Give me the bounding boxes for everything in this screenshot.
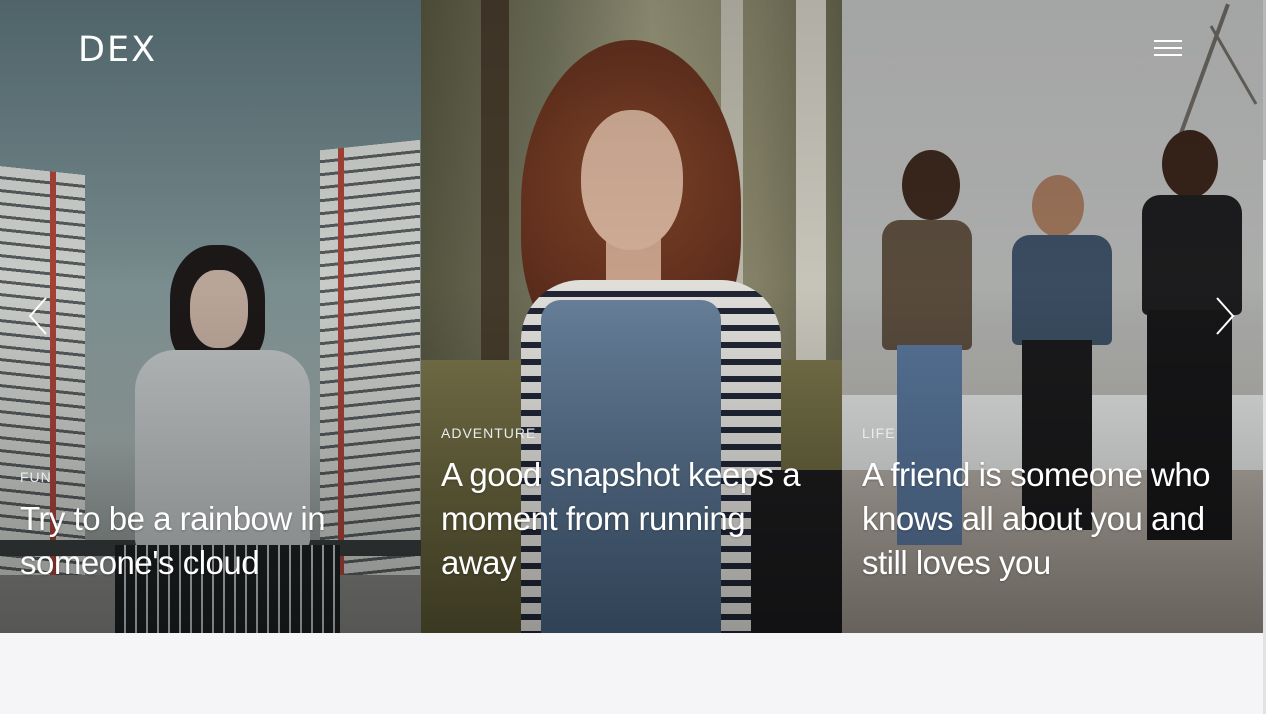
site-logo[interactable]: DEX [78, 30, 157, 70]
slide-title[interactable]: A good snapshot keeps a moment from runn… [441, 453, 824, 585]
slide-caption: ADVENTURE A good snapshot keeps a moment… [441, 425, 824, 585]
chevron-left-icon[interactable] [26, 296, 50, 336]
slide-caption: LIFE A friend is someone who knows all a… [862, 425, 1245, 585]
hero-carousel: FUN Try to be a rainbow in someone's clo… [0, 0, 1263, 633]
carousel-slide-life[interactable]: LIFE A friend is someone who knows all a… [842, 0, 1263, 633]
hamburger-menu-icon[interactable] [1154, 40, 1182, 58]
carousel-slide-adventure[interactable]: ADVENTURE A good snapshot keeps a moment… [421, 0, 842, 633]
slide-title[interactable]: Try to be a rainbow in someone's cloud [20, 497, 403, 585]
slide-category[interactable]: FUN [20, 469, 403, 485]
carousel-slide-fun[interactable]: FUN Try to be a rainbow in someone's clo… [0, 0, 421, 633]
slide-title[interactable]: A friend is someone who knows all about … [862, 453, 1245, 585]
slide-category[interactable]: LIFE [862, 425, 1245, 441]
slide-caption: FUN Try to be a rainbow in someone's clo… [20, 469, 403, 585]
chevron-right-icon[interactable] [1213, 296, 1237, 336]
slide-category[interactable]: ADVENTURE [441, 425, 824, 441]
